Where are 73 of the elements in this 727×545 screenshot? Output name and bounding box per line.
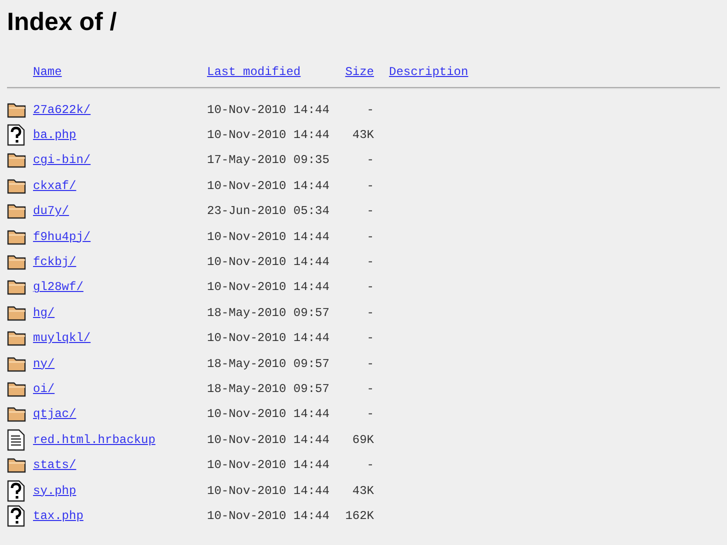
folder-icon [7, 380, 27, 398]
file-link[interactable]: du7y/ [33, 204, 70, 218]
unknown-file-icon [7, 124, 25, 146]
file-size: 43K [352, 128, 374, 142]
folder-icon [7, 228, 27, 246]
file-link[interactable]: red.html.hrbackup [33, 432, 156, 447]
file-size: 43K [352, 484, 374, 498]
unknown-file-icon [7, 504, 25, 527]
modified-date: 10-Nov-2010 14:44 [207, 128, 330, 142]
file-link[interactable]: qtjac/ [33, 407, 76, 422]
folder-icon [7, 329, 27, 348]
modified-date: 18-May-2010 09:57 [207, 306, 330, 320]
modified-date: 23-Jun-2010 05:34 [207, 204, 330, 218]
modified-date: 10-Nov-2010 14:44 [207, 407, 330, 422]
modified-date: 10-Nov-2010 14:44 [207, 280, 330, 294]
modified-date: 18-May-2010 09:57 [207, 356, 330, 371]
file-link[interactable]: gl28wf/ [33, 280, 84, 294]
file-size: - [366, 331, 374, 346]
file-size: - [366, 306, 374, 320]
file-size: 69K [352, 432, 374, 447]
folder-icon [7, 253, 27, 272]
folder-icon [7, 456, 27, 474]
modified-date: 18-May-2010 09:57 [207, 382, 330, 396]
folder-icon [7, 100, 27, 119]
page-title: Index of / [7, 8, 118, 37]
file-size: - [366, 356, 374, 371]
file-link[interactable]: fckbj/ [33, 255, 76, 270]
file-size: - [366, 255, 374, 270]
modified-date: 10-Nov-2010 14:44 [207, 458, 330, 472]
file-size: - [366, 153, 374, 168]
unknown-file-icon [7, 480, 25, 502]
modified-date: 10-Nov-2010 14:44 [207, 230, 330, 244]
file-size: - [366, 102, 374, 117]
file-size: - [366, 458, 374, 472]
file-size: - [366, 230, 374, 244]
file-link[interactable]: stats/ [33, 458, 76, 472]
folder-icon [7, 151, 27, 170]
file-link[interactable]: cgi-bin/ [33, 153, 91, 168]
file-link[interactable]: ny/ [33, 356, 55, 371]
folder-icon [7, 202, 27, 220]
file-size: - [366, 178, 374, 193]
modified-date: 10-Nov-2010 14:44 [207, 508, 330, 523]
modified-date: 10-Nov-2010 14:44 [207, 432, 330, 447]
file-link[interactable]: tax.php [33, 508, 84, 523]
folder-icon [7, 278, 27, 296]
file-size: 162K [345, 508, 374, 523]
modified-date: 10-Nov-2010 14:44 [207, 484, 330, 498]
column-header-link[interactable]: Size [345, 65, 374, 79]
file-link[interactable]: sy.php [33, 484, 76, 498]
file-link[interactable]: muylqkl/ [33, 331, 91, 346]
column-header-link[interactable]: Name [33, 65, 207, 79]
text-file-icon [7, 428, 25, 451]
modified-date: 10-Nov-2010 14:44 [207, 178, 330, 193]
folder-icon [7, 304, 27, 322]
file-size: - [366, 382, 374, 396]
file-link[interactable]: f9hu4pj/ [33, 230, 91, 244]
modified-date: 10-Nov-2010 14:44 [207, 331, 330, 346]
modified-date: 10-Nov-2010 14:44 [207, 255, 330, 270]
file-link[interactable]: hg/ [33, 306, 55, 320]
file-link[interactable]: ba.php [33, 128, 76, 142]
file-link[interactable]: oi/ [33, 382, 55, 396]
column-header-link[interactable]: Description [389, 65, 468, 79]
folder-icon [7, 176, 27, 195]
modified-date: 10-Nov-2010 14:44 [207, 102, 330, 117]
file-link[interactable]: ckxaf/ [33, 178, 76, 193]
column-header-link[interactable]: Last modified [207, 65, 337, 79]
modified-date: 17-May-2010 09:35 [207, 153, 330, 168]
file-size: - [366, 204, 374, 218]
file-size: - [366, 407, 374, 422]
file-size: - [366, 280, 374, 294]
folder-icon [7, 405, 27, 424]
file-link[interactable]: 27a622k/ [33, 102, 91, 117]
folder-icon [7, 354, 27, 373]
